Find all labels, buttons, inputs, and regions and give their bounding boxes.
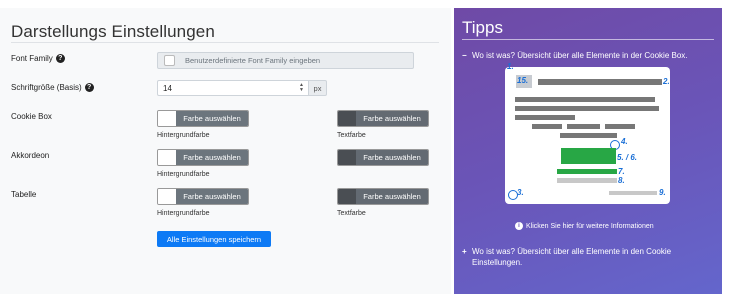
choose-color-button[interactable]: Farbe auswählen <box>176 150 248 165</box>
illus-bar <box>538 79 662 85</box>
illus-number: 9. <box>659 188 666 197</box>
font-size-label: Schriftgröße (Basis) ? <box>11 83 94 92</box>
title-divider <box>11 42 439 43</box>
illus-number: 4. <box>621 137 628 146</box>
illus-number: 8. <box>618 176 625 185</box>
font-size-input[interactable]: 14 ▲ ▼ <box>157 80 309 96</box>
info-circle-icon: i <box>515 222 523 230</box>
illus-green-button <box>561 148 616 164</box>
row-label-tabelle: Tabelle <box>11 190 37 199</box>
color-swatch <box>158 189 176 204</box>
text-color-caption: Textfarbe <box>337 132 366 139</box>
more-info-link[interactable]: i Klicken Sie hier für weitere Informati… <box>515 222 654 230</box>
tip-cookie-settings-text: Wo ist was? Übersicht über alle Elemente… <box>472 247 672 267</box>
color-swatch <box>338 150 356 165</box>
tips-title: Tipps <box>462 18 503 37</box>
choose-color-button[interactable]: Farbe auswählen <box>356 189 428 204</box>
font-size-value: 14 <box>163 83 172 93</box>
bg-color-caption: Hintergrundfarbe <box>157 132 210 139</box>
expand-icon: + <box>462 247 467 256</box>
number-spinner-icon[interactable]: ▲ ▼ <box>299 83 304 93</box>
row-label-cookie-box: Cookie Box <box>11 112 52 121</box>
save-all-settings-button[interactable]: Alle Einstellungen speichern <box>157 231 271 247</box>
more-info-text: Klicken Sie hier für weitere Information… <box>526 222 654 230</box>
tip-cookie-box-toggle[interactable]: − Wo ist was? Übersicht über alle Elemen… <box>462 50 717 61</box>
illus-bar <box>605 124 635 129</box>
bg-color-caption: Hintergrundfarbe <box>157 171 210 178</box>
choose-color-button[interactable]: Farbe auswählen <box>176 111 248 126</box>
choose-color-button[interactable]: Farbe auswählen <box>356 150 428 165</box>
font-family-label-text: Font Family <box>11 54 53 63</box>
color-swatch <box>158 111 176 126</box>
tips-panel: Tipps − Wo ist was? Übersicht über alle … <box>454 8 722 294</box>
illus-bar <box>515 106 659 111</box>
question-circle-icon[interactable]: ? <box>55 54 65 63</box>
bg-color-caption: Hintergrundfarbe <box>157 210 210 217</box>
akkordeon-bg-color-picker[interactable]: Farbe auswählen <box>157 149 249 166</box>
font-size-unit: px <box>309 80 327 96</box>
illus-bar <box>515 97 655 102</box>
text-color-caption: Textfarbe <box>337 210 366 217</box>
font-family-field[interactable]: Benutzerdefinierte Font Family eingeben <box>157 52 414 69</box>
illus-bar <box>557 178 617 183</box>
illus-number: 1. <box>507 62 514 71</box>
tabelle-text-color-picker[interactable]: Farbe auswählen <box>337 188 429 205</box>
choose-color-button[interactable]: Farbe auswählen <box>176 189 248 204</box>
settings-title: Darstellungs Einstellungen <box>11 22 215 41</box>
illus-bar <box>567 124 600 129</box>
illus-green-bar <box>557 169 617 174</box>
cookie-box-illustration: 1. 15. 2. 4. 5. / 6. 7. 8. 3. 9. <box>505 62 670 204</box>
illus-bar <box>560 133 617 138</box>
settings-panel: Darstellungs Einstellungen Font Family ?… <box>0 8 451 294</box>
illus-number: 5. / 6. <box>617 153 638 162</box>
akkordeon-text-color-picker[interactable]: Farbe auswählen <box>337 149 429 166</box>
illus-bar <box>515 115 575 120</box>
cookie-box-bg-color-picker[interactable]: Farbe auswählen <box>157 110 249 127</box>
font-family-checkbox[interactable] <box>164 55 175 66</box>
collapse-icon: − <box>462 51 467 60</box>
row-label-akkordeon: Akkordeon <box>11 151 50 160</box>
illus-bar <box>532 124 562 129</box>
font-size-label-text: Schriftgröße (Basis) <box>11 83 82 92</box>
color-swatch <box>338 189 356 204</box>
illus-number: 15. <box>517 76 529 85</box>
question-circle-icon[interactable]: ? <box>84 83 94 92</box>
illus-bar <box>609 191 657 195</box>
tips-divider <box>462 39 714 40</box>
illus-number: 7. <box>618 167 625 176</box>
illus-number: 2. <box>663 77 670 86</box>
cookie-box-text-color-picker[interactable]: Farbe auswählen <box>337 110 429 127</box>
tip-cookie-settings-toggle[interactable]: + Wo ist was? Übersicht über alle Elemen… <box>462 246 712 268</box>
font-family-placeholder: Benutzerdefinierte Font Family eingeben <box>185 56 321 65</box>
illus-number: 3. <box>517 188 524 197</box>
tip-cookie-box-text: Wo ist was? Übersicht über alle Elemente… <box>472 51 688 60</box>
font-family-label: Font Family ? <box>11 54 65 63</box>
color-swatch <box>338 111 356 126</box>
choose-color-button[interactable]: Farbe auswählen <box>356 111 428 126</box>
color-swatch <box>158 150 176 165</box>
tabelle-bg-color-picker[interactable]: Farbe auswählen <box>157 188 249 205</box>
